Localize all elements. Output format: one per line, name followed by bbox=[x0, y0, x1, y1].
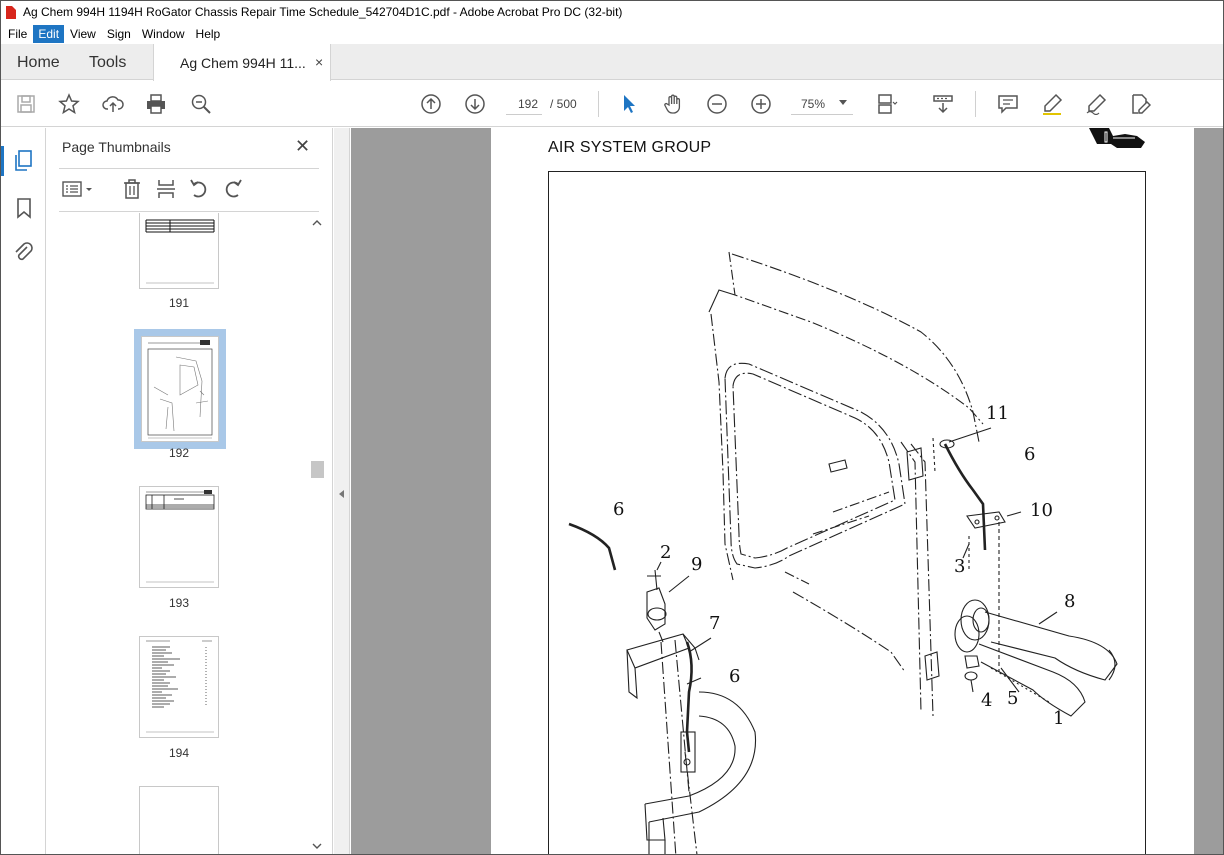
document-view[interactable]: AIR SYSTEM GROUP 11 6 10 3 6 2 9 7 8 6 4… bbox=[351, 128, 1223, 854]
figure-frame: 11 6 10 3 6 2 9 7 8 6 4 5 1 bbox=[548, 171, 1146, 854]
find-zoom-icon[interactable] bbox=[189, 92, 213, 116]
thumbnail-list: 191 192 193 194 bbox=[59, 213, 309, 854]
menu-edit[interactable]: Edit bbox=[33, 24, 65, 43]
scroll-down-icon bbox=[312, 843, 322, 849]
panel-divider bbox=[59, 168, 319, 169]
callout-label: 10 bbox=[1030, 500, 1053, 521]
tab-close-icon[interactable]: × bbox=[315, 54, 323, 70]
comment-icon[interactable] bbox=[996, 92, 1020, 116]
callout-label: 5 bbox=[1007, 688, 1019, 709]
callout-label: 7 bbox=[709, 613, 721, 634]
tab-bar: Home Tools Ag Chem 994H 11... × bbox=[1, 44, 1223, 81]
panel-divider bbox=[59, 211, 319, 212]
page-thumbnail[interactable] bbox=[139, 213, 219, 289]
callout-label: 3 bbox=[954, 556, 966, 577]
collapse-panel-icon[interactable] bbox=[339, 490, 344, 498]
bookmarks-icon[interactable] bbox=[12, 196, 36, 220]
print-icon[interactable] bbox=[144, 92, 168, 116]
callout-label: 11 bbox=[986, 403, 1009, 424]
rail-selection-indicator bbox=[1, 146, 4, 176]
air-system-diagram bbox=[568, 251, 1118, 854]
page-total: / 500 bbox=[550, 97, 577, 111]
thumbnail-page-number: 191 bbox=[169, 296, 190, 310]
split-page-icon[interactable] bbox=[155, 178, 177, 200]
panel-splitter[interactable] bbox=[334, 128, 350, 854]
pdf-page: AIR SYSTEM GROUP 11 6 10 3 6 2 9 7 8 6 4… bbox=[491, 128, 1194, 854]
page-thumbnails-panel: Page Thumbnails ✕ 191 192 193 194 bbox=[47, 128, 333, 854]
select-cursor-icon[interactable] bbox=[617, 92, 641, 116]
scrollbar-thumb[interactable] bbox=[311, 461, 324, 478]
hand-tool-icon[interactable] bbox=[661, 92, 685, 116]
panel-title: Page Thumbnails bbox=[62, 139, 171, 155]
window-title: Ag Chem 994H 1194H RoGator Chassis Repai… bbox=[23, 5, 623, 19]
menu-bar: File Edit View Sign Window Help bbox=[1, 23, 1223, 44]
pdf-app-icon bbox=[6, 5, 16, 19]
thumbnail-page-number: 194 bbox=[169, 746, 190, 760]
page-thumbnails-icon[interactable] bbox=[12, 149, 36, 173]
save-icon[interactable] bbox=[14, 92, 38, 116]
tab-home[interactable]: Home bbox=[17, 54, 60, 72]
callout-label: 6 bbox=[1024, 444, 1036, 465]
callout-label: 1 bbox=[1053, 708, 1065, 729]
highlight-pen-icon[interactable] bbox=[1040, 92, 1064, 116]
tab-tools[interactable]: Tools bbox=[89, 54, 126, 72]
page-number-input[interactable]: 192 bbox=[506, 92, 542, 115]
callout-label: 8 bbox=[1064, 591, 1076, 612]
delete-page-icon[interactable] bbox=[121, 178, 143, 200]
scroll-mode-icon[interactable] bbox=[931, 92, 955, 116]
page-heading: AIR SYSTEM GROUP bbox=[548, 139, 712, 156]
bookmark-star-icon[interactable] bbox=[57, 92, 81, 116]
thumbnail-scrollbar[interactable] bbox=[310, 213, 324, 854]
zoom-out-icon[interactable] bbox=[705, 92, 729, 116]
next-page-icon[interactable] bbox=[463, 92, 487, 116]
page-thumbnail[interactable] bbox=[139, 486, 219, 588]
cloud-upload-icon[interactable] bbox=[101, 92, 125, 116]
callout-label: 9 bbox=[691, 554, 703, 575]
thumbnail-page-number: 192 bbox=[169, 446, 190, 460]
callout-label: 4 bbox=[981, 690, 993, 711]
thumbnail-page-number: 193 bbox=[169, 596, 190, 610]
navigation-rail bbox=[1, 128, 46, 854]
attachments-icon[interactable] bbox=[12, 241, 36, 265]
rotate-right-icon[interactable] bbox=[222, 178, 244, 200]
chevron-down-icon[interactable] bbox=[839, 100, 847, 105]
tab-document[interactable]: Ag Chem 994H 11... × bbox=[153, 44, 331, 81]
tab-document-label: Ag Chem 994H 11... bbox=[180, 55, 306, 71]
toolbar-separator bbox=[598, 91, 599, 117]
menu-file[interactable]: File bbox=[3, 25, 32, 43]
header-logo-icon bbox=[1089, 128, 1145, 148]
main-toolbar: 192 / 500 75% bbox=[1, 81, 1223, 127]
previous-page-icon[interactable] bbox=[419, 92, 443, 116]
zoom-in-icon[interactable] bbox=[749, 92, 773, 116]
options-menu-icon[interactable] bbox=[61, 178, 95, 200]
draw-sign-icon[interactable] bbox=[1084, 92, 1108, 116]
edit-pdf-icon[interactable] bbox=[1128, 92, 1152, 116]
close-icon[interactable]: ✕ bbox=[295, 136, 310, 157]
callout-label: 2 bbox=[660, 542, 672, 563]
callout-label: 6 bbox=[613, 499, 625, 520]
page-thumbnail[interactable] bbox=[139, 636, 219, 738]
menu-window[interactable]: Window bbox=[137, 25, 190, 43]
rotate-left-icon[interactable] bbox=[188, 178, 210, 200]
scroll-up-icon bbox=[312, 220, 322, 226]
page-layout-icon[interactable] bbox=[875, 92, 899, 116]
menu-help[interactable]: Help bbox=[191, 25, 226, 43]
acrobat-window: Ag Chem 994H 1194H RoGator Chassis Repai… bbox=[0, 0, 1224, 855]
menu-view[interactable]: View bbox=[65, 25, 101, 43]
page-thumbnail[interactable] bbox=[139, 786, 219, 854]
toolbar-separator bbox=[975, 91, 976, 117]
menu-sign[interactable]: Sign bbox=[102, 25, 136, 43]
callout-label: 6 bbox=[729, 666, 741, 687]
title-bar: Ag Chem 994H 1194H RoGator Chassis Repai… bbox=[1, 1, 1223, 23]
page-thumbnail-selected[interactable] bbox=[134, 329, 226, 449]
